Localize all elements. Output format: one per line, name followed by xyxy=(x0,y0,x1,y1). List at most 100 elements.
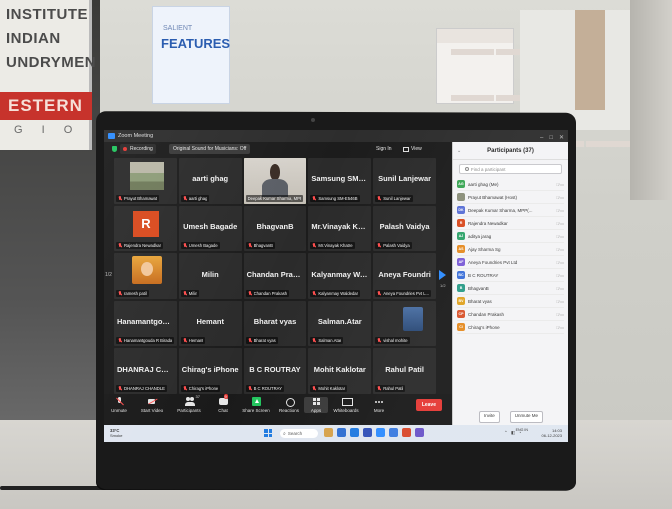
avatar: AG xyxy=(457,180,465,188)
participant-row[interactable]: AF Aneya Foundries Pvt Ltd 🎙̸ ▭ xyxy=(457,256,564,269)
recording-indicator[interactable]: Recording xyxy=(120,144,156,154)
zoom-taskbar-icon[interactable] xyxy=(376,428,385,437)
participant-tile[interactable]: Hanamantgoud... Hanamantgouda R Biradar xyxy=(114,300,177,347)
page-indicator-left[interactable]: 1/2 xyxy=(105,272,112,278)
participant-tile[interactable]: vishal mohite xyxy=(373,300,436,347)
collapse-panel-icon[interactable]: ⌄ xyxy=(457,148,461,154)
participant-row[interactable]: AJ aditya jarag 🎙̸ ▭ xyxy=(457,230,564,243)
participant-row[interactable]: CP Chandan Prakash 🎙̸ ▭ xyxy=(457,308,564,321)
mic-video-status-icon: 🎙̸ ▭ xyxy=(556,285,564,291)
window-title: Zoom Meeting xyxy=(118,133,154,139)
invite-button[interactable]: Invite xyxy=(478,411,500,423)
participant-tile[interactable]: Deepak Kumar Sharma, MPP(... xyxy=(243,158,307,204)
participant-tile[interactable]: Hemant Hemant xyxy=(178,300,242,347)
participant-label-text: Rahul Patil xyxy=(383,385,404,391)
taskbar-search[interactable]: ⌕ Search xyxy=(280,429,318,438)
participants-label: Participants xyxy=(177,408,201,413)
participant-row[interactable]: AG aarti ghag (Me) 🎙̸ ▭ xyxy=(457,178,564,191)
windows-start-icon[interactable] xyxy=(264,429,272,437)
leave-button[interactable]: Leave xyxy=(415,399,442,411)
avatar: AF xyxy=(457,258,465,266)
view-button[interactable]: View xyxy=(403,144,422,154)
shield-icon[interactable] xyxy=(112,146,117,152)
participant-row-name: Bharat vyas xyxy=(468,298,492,304)
participant-row[interactable]: BC B C ROUTRAY 🎙̸ ▭ xyxy=(457,269,564,282)
whiteboards-button[interactable]: Whiteboards xyxy=(328,397,364,413)
edge-icon[interactable] xyxy=(350,428,359,437)
participant-label-text: Umesh Bagade xyxy=(188,243,218,249)
participant-tile[interactable]: Samsung SM-E... Samsung SM-E546B xyxy=(308,158,372,204)
poster-letters: G I O xyxy=(14,124,81,136)
participant-tile[interactable]: Umesh Bagade Umesh Bagade xyxy=(178,205,242,252)
muted-mic-icon xyxy=(377,290,381,296)
participant-tile[interactable]: ramesh patil xyxy=(114,253,177,299)
share-screen-button[interactable]: Share Screen xyxy=(238,397,274,413)
participant-tile[interactable]: aarti ghag aarti ghag xyxy=(178,158,242,204)
participant-name-label: Mr.Vinayak Khatre xyxy=(310,242,355,250)
participants-count: 37 xyxy=(195,394,200,399)
muted-mic-icon xyxy=(118,195,122,201)
participant-row[interactable]: R Rajendra Newadkar 🎙̸ ▭ xyxy=(457,217,564,230)
participant-row[interactable]: AS Ajay Sharma Sg 🎙̸ ▭ xyxy=(457,243,564,256)
participant-row[interactable]: BV Bharat vyas 🎙̸ ▭ xyxy=(457,295,564,308)
participant-label-text: Samsung SM-E546B xyxy=(318,195,358,201)
participant-tile[interactable]: DHANRAJ CHA... DHANRAJ CHANDLE xyxy=(114,348,177,394)
participant-name-label: Kalyanmay Waldedar xyxy=(310,289,361,297)
participant-tile[interactable]: Chirag's iPhone Chirag's iPhone xyxy=(178,348,242,394)
participant-tile[interactable]: BhagvanB BhagvanB xyxy=(243,205,307,252)
participant-search-input[interactable]: Find a participant xyxy=(459,164,562,174)
widgets-icon[interactable] xyxy=(324,428,333,437)
participant-label-text: Aneya Foundries Pvt L... xyxy=(383,290,430,296)
original-sound-button[interactable]: Original Sound for Musicians: Off xyxy=(169,144,251,154)
muted-mic-icon xyxy=(312,338,316,343)
weather-widget[interactable]: 33°C Smoke xyxy=(110,428,122,438)
participant-tile[interactable]: Milin Milin xyxy=(178,253,242,299)
whiteboards-label: Whiteboards xyxy=(333,408,359,413)
participants-button[interactable]: 37 Participants xyxy=(170,394,208,413)
reactions-button[interactable]: Reactions xyxy=(274,397,304,413)
participant-tile[interactable]: Mohit Kaklotar Mohit Kaklotar xyxy=(308,348,372,394)
participant-tile[interactable]: Salman.Atar Salman.Atar xyxy=(308,300,372,347)
more-button[interactable]: More xyxy=(364,397,394,413)
windows-taskbar: 33°C Smoke ⌕ Search ⌃ ◧ ◔ ENG IN 14:03 06… xyxy=(104,425,568,442)
participant-name-label: Salman.Atar xyxy=(310,337,344,345)
store-icon[interactable] xyxy=(363,428,372,437)
participant-display-name: Aneya Foundri xyxy=(378,269,431,279)
taskbar-clock[interactable]: ENG IN 14:03 06-12-2023 xyxy=(516,428,562,438)
reactions-icon xyxy=(285,397,295,407)
participant-tile[interactable]: Prayut Bhamawat xyxy=(114,158,177,204)
participant-row[interactable]: Prayut Bhamawat (Host) 🎙̸ ▭ xyxy=(457,191,564,204)
poster-line-1: INSTITUTE xyxy=(6,6,88,23)
participant-tile[interactable]: B C ROUTRAY B C ROUTRAY xyxy=(243,348,307,394)
word-icon[interactable] xyxy=(389,428,398,437)
participant-tile[interactable]: R Rajendra Newadkar xyxy=(114,205,177,252)
participant-label-text: Hemant xyxy=(188,338,204,344)
participant-display-name: Chandan Prakash xyxy=(246,269,307,279)
participant-tile[interactable]: Aneya Foundri Aneya Foundries Pvt L... xyxy=(373,253,436,299)
participant-display-name: Hemant xyxy=(196,317,224,327)
participant-tile[interactable]: Bharat vyas Bharat vyas xyxy=(243,300,307,347)
teams-icon[interactable] xyxy=(415,428,424,437)
participant-tile[interactable]: Mr.Vinayak Kha... Mr.Vinayak Khatre xyxy=(308,205,372,252)
participant-row[interactable]: B BhagvanB 🎙̸ ▭ xyxy=(457,282,564,295)
participant-tile[interactable]: Palash Vaidya Palash Vaidya xyxy=(373,205,436,252)
participant-row[interactable]: DK Deepak Kumar Sharma, MPP(... 🎙̸ ▭ xyxy=(457,204,564,217)
participant-name-label: Mohit Kaklotar xyxy=(310,384,348,392)
participant-tile[interactable]: Sunil Lanjewar Sunil Lanjewar xyxy=(373,158,436,204)
chat-button[interactable]: 9 Chat xyxy=(208,394,238,413)
participant-label-text: DHANRAJ CHANDLE xyxy=(124,385,165,391)
start-video-button[interactable]: Start Video xyxy=(134,397,170,413)
apps-button[interactable]: Apps xyxy=(304,397,328,413)
participant-row[interactable]: CI Chirag's iPhone 🎙̸ ▭ xyxy=(457,321,564,334)
participant-name-label: Samsung SM-E546B xyxy=(310,194,360,202)
unmute-me-button[interactable]: Unmute Me xyxy=(509,411,544,423)
file-explorer-icon[interactable] xyxy=(337,428,346,437)
participant-name-label: Sunil Lanjewar xyxy=(375,194,413,202)
participant-tile[interactable]: Chandan Prakash Chandan Prakash xyxy=(243,253,307,299)
chrome-icon[interactable] xyxy=(402,428,411,437)
participant-tile[interactable]: Kalyanmay Wa... Kalyanmay Waldedar xyxy=(308,253,372,299)
participant-tile[interactable]: Rahul Patil Rahul Patil xyxy=(373,348,436,394)
sign-in-link[interactable]: Sign In xyxy=(376,146,392,152)
unmute-button[interactable]: Unmute xyxy=(104,397,134,413)
next-page-icon[interactable] xyxy=(439,270,446,280)
